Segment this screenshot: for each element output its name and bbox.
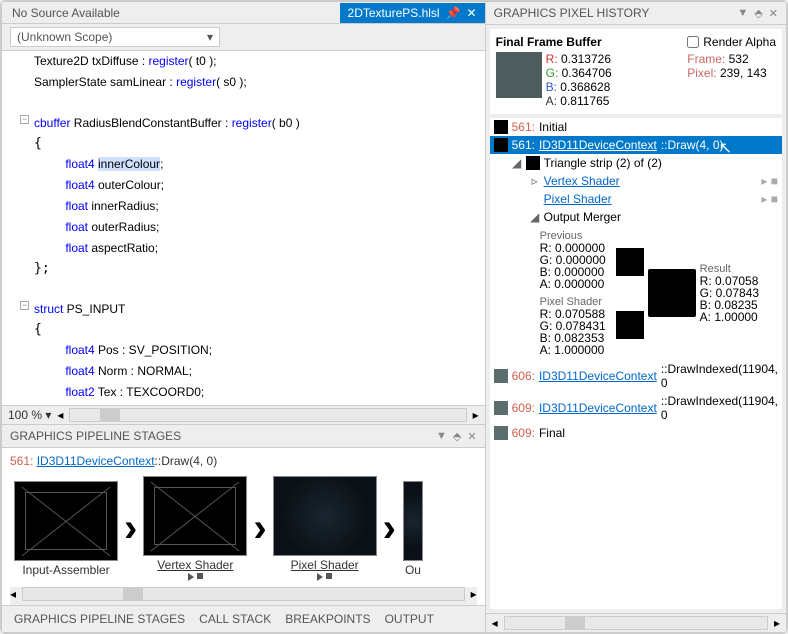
frame-buffer-info: Final Frame Buffer R: 0.313726 G: 0.3647… [490, 29, 782, 114]
output-merger: Previous R: 0.000000G: 0.000000B: 0.0000… [490, 226, 782, 360]
pipeline-header: GRAPHICS PIPELINE STAGES ▼ ⬘ ✕ [2, 424, 485, 448]
pin-icon[interactable]: 📌 [446, 6, 461, 20]
stage-output[interactable]: Ou [398, 481, 428, 577]
hist-vs[interactable]: ▹Vertex Shader▸ ■ [490, 172, 782, 190]
h-scrollbar[interactable] [69, 408, 466, 422]
arrow-icon: › [124, 506, 137, 551]
dropdown-icon[interactable]: ▼ [436, 430, 447, 442]
stop-icon[interactable] [197, 573, 203, 579]
h-scrollbar[interactable] [504, 616, 768, 630]
panel-title: GRAPHICS PIXEL HISTORY [494, 6, 732, 20]
history-list: 561: Initial 561: ID3D11DeviceContext::D… [490, 118, 782, 609]
zoom-dropdown[interactable]: 100 % ▾ [8, 408, 51, 422]
h-scrollbar[interactable] [22, 587, 465, 601]
tab-label: 2DTexturePS.hlsl [348, 6, 440, 20]
chevron-left-icon[interactable]: ◂ [57, 408, 63, 422]
zoom-bar: 100 % ▾ ◂ ▸ [2, 405, 485, 424]
fb-title: Final Frame Buffer [496, 35, 612, 49]
tab-breakpoints[interactable]: BREAKPOINTS [279, 610, 376, 628]
tab-callstack[interactable]: CALL STACK [193, 610, 277, 628]
chevron-right-icon[interactable]: ▸ [774, 616, 780, 630]
fb-swatch [496, 52, 542, 98]
draw-link[interactable]: ID3D11DeviceContext [37, 454, 155, 468]
hist-triangle[interactable]: ◢ Triangle strip (2) of (2) [490, 154, 782, 172]
tab-output[interactable]: OUTPUT [379, 610, 440, 628]
hist-final[interactable]: 609: Final [490, 424, 782, 442]
hist-draw-selected[interactable]: 561: ID3D11DeviceContext::Draw(4, 0) ↖ [490, 136, 782, 154]
arrow-icon: › [253, 506, 266, 551]
close-icon[interactable]: ✕ [467, 6, 477, 20]
stage-pixel-shader[interactable]: Pixel Shader [269, 476, 381, 581]
scope-bar: (Unknown Scope) ▾ [2, 24, 485, 51]
history-scroll: ◂ ▸ [486, 613, 786, 632]
tab-no-source[interactable]: No Source Available [2, 3, 130, 23]
hist-initial[interactable]: 561: Initial [490, 118, 782, 136]
stage-input-assembler[interactable]: Input-Assembler [10, 481, 122, 577]
history-header: GRAPHICS PIXEL HISTORY ▼ ⬘ ✕ [486, 2, 786, 25]
draw-call: 561: ID3D11DeviceContext::Draw(4, 0) [10, 452, 477, 470]
fb-rgba: R: 0.313726 G: 0.364706 B: 0.368628 A: 0… [546, 52, 612, 108]
close-icon[interactable]: ✕ [467, 430, 476, 443]
cursor-icon: ↖ [719, 138, 732, 158]
scope-dropdown[interactable]: (Unknown Scope) ▾ [10, 27, 220, 47]
close-icon[interactable]: ✕ [769, 7, 778, 20]
pin-icon[interactable]: ⬘ [453, 430, 461, 443]
pipeline-body: 561: ID3D11DeviceContext::Draw(4, 0) Inp… [2, 448, 485, 605]
scope-value: (Unknown Scope) [17, 30, 112, 44]
play-icon[interactable] [317, 573, 323, 581]
code-editor[interactable]: Texture2D txDiffuse : register( t0 ); Sa… [2, 51, 485, 405]
arrow-icon: › [383, 506, 396, 551]
play-icon[interactable] [188, 573, 194, 581]
render-alpha-checkbox[interactable]: Render Alpha [687, 35, 776, 49]
chevron-left-icon[interactable]: ◂ [492, 616, 498, 630]
tab-pipeline[interactable]: GRAPHICS PIPELINE STAGES [8, 610, 191, 628]
pin-icon[interactable]: ⬘ [754, 7, 762, 20]
chevron-down-icon: ▾ [207, 30, 213, 44]
fold-icon[interactable]: − [20, 115, 29, 124]
stop-icon[interactable] [326, 573, 332, 579]
editor-tabs: No Source Available 2DTexturePS.hlsl 📌 ✕ [2, 2, 485, 24]
hist-drawindexed[interactable]: 606: ID3D11DeviceContext::DrawIndexed(11… [490, 360, 782, 392]
fold-icon[interactable]: − [20, 301, 29, 310]
hist-om[interactable]: ◢Output Merger [490, 208, 782, 226]
chevron-left-icon[interactable]: ◂ [10, 587, 16, 601]
hist-ps[interactable]: Pixel Shader▸ ■ [490, 190, 782, 208]
chevron-right-icon[interactable]: ▸ [471, 587, 477, 601]
stage-vertex-shader[interactable]: Vertex Shader [139, 476, 251, 581]
chevron-right-icon[interactable]: ▸ [473, 408, 479, 422]
result-swatch [648, 269, 696, 317]
panel-title: GRAPHICS PIPELINE STAGES [10, 429, 430, 443]
hist-drawindexed[interactable]: 609: ID3D11DeviceContext::DrawIndexed(11… [490, 392, 782, 424]
tab-active-file[interactable]: 2DTexturePS.hlsl 📌 ✕ [340, 3, 485, 23]
dropdown-icon[interactable]: ▼ [737, 7, 748, 19]
bottom-tabs: GRAPHICS PIPELINE STAGES CALL STACK BREA… [2, 605, 485, 632]
